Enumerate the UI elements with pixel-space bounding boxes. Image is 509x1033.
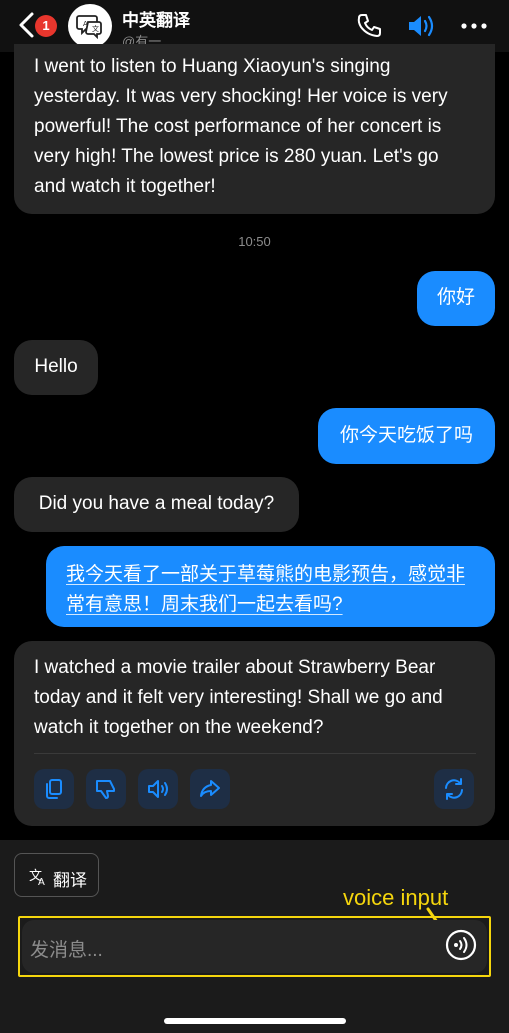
speaker-icon[interactable] — [407, 13, 437, 39]
speaker-icon — [148, 780, 168, 798]
svg-text:A: A — [38, 877, 45, 886]
message-incoming[interactable]: I went to listen to Huang Xiaoyun's sing… — [14, 44, 495, 214]
refresh-icon — [445, 778, 463, 800]
copy-button[interactable] — [34, 769, 74, 809]
regenerate-button[interactable] — [434, 769, 474, 809]
message-text: I watched a movie trailer about Strawber… — [34, 657, 443, 738]
chat-title: 中英翻译 — [122, 11, 190, 30]
copy-icon — [46, 779, 62, 799]
translate-label: 翻译 — [53, 871, 87, 890]
avatar[interactable]: A 文 — [68, 4, 112, 48]
phone-icon[interactable] — [356, 13, 382, 39]
message-outgoing[interactable]: 你好 — [417, 271, 495, 326]
read-aloud-button[interactable] — [138, 769, 178, 809]
message-incoming[interactable]: Hello — [14, 340, 98, 395]
dislike-button[interactable] — [86, 769, 126, 809]
message-outgoing[interactable]: 我今天看了一部关于草莓熊的电影预告，感觉非常有意思！周末我们一起去看吗? — [46, 546, 495, 627]
translate-button[interactable]: 文 A 翻译 — [14, 853, 99, 897]
share-button[interactable] — [190, 769, 230, 809]
translate-icon: 文 A — [29, 869, 45, 886]
thumbs-down-icon — [96, 780, 115, 799]
translate-bot-icon: A 文 — [76, 15, 102, 39]
more-icon[interactable] — [460, 16, 488, 36]
svg-text:文: 文 — [92, 24, 99, 33]
home-indicator — [164, 1018, 346, 1024]
divider — [34, 753, 476, 754]
svg-text:A: A — [83, 20, 88, 28]
message-timestamp: 10:50 — [238, 234, 271, 249]
message-text: 我今天看了一部关于草莓熊的电影预告，感觉非常有意思！周末我们一起去看吗? — [66, 564, 466, 615]
message-incoming[interactable]: Did you have a meal today? — [14, 477, 299, 532]
message-outgoing[interactable]: 你今天吃饭了吗 — [318, 408, 495, 464]
share-arrow-icon — [200, 780, 220, 797]
message-incoming[interactable]: I watched a movie trailer about Strawber… — [14, 641, 495, 826]
unread-badge: 1 — [35, 15, 57, 37]
voice-input-highlight — [18, 916, 491, 977]
